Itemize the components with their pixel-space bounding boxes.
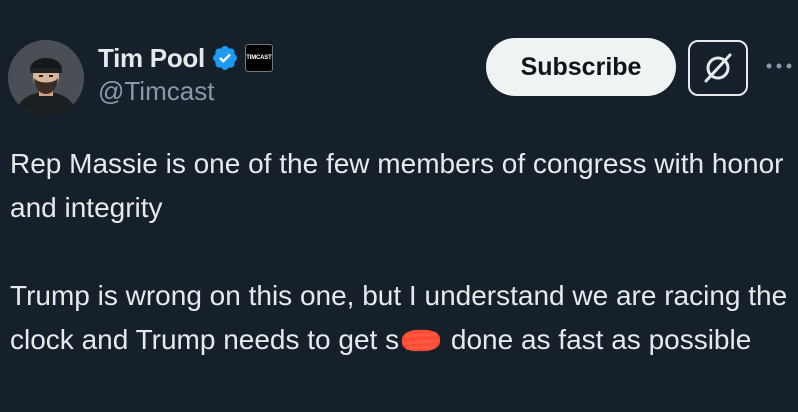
grok-slash-icon: [704, 53, 732, 83]
author-name-row: Tim Pool TIMCAST: [98, 40, 273, 76]
affiliate-badge[interactable]: TIMCAST: [244, 44, 273, 72]
tweet-text: Rep Massie is one of the few members of …: [10, 142, 790, 362]
verified-badge-icon[interactable]: [211, 44, 239, 72]
more-horizontal-icon: [766, 63, 792, 69]
tweet-paragraph: Rep Massie is one of the few members of …: [10, 148, 784, 223]
subscribe-button-label: Subscribe: [520, 52, 642, 81]
author-handle[interactable]: @Timcast: [98, 76, 214, 107]
subscribe-button[interactable]: Subscribe: [486, 38, 676, 96]
redaction-scribble-icon: [399, 322, 443, 352]
avatar[interactable]: [8, 40, 84, 116]
tweet-text-segment: done as fast as possible: [443, 324, 752, 355]
tweet-paragraph: Trump is wrong on this one, but I unders…: [10, 274, 790, 362]
more-options-button[interactable]: [764, 56, 794, 76]
author-display-name[interactable]: Tim Pool: [98, 43, 205, 74]
affiliate-badge-text: TIMCAST: [246, 55, 272, 61]
profile-photo-icon: [8, 40, 84, 116]
tweet-card: Tim Pool TIMCAST @Timcast Subscribe Rep …: [0, 0, 798, 412]
grok-button[interactable]: [688, 40, 748, 96]
